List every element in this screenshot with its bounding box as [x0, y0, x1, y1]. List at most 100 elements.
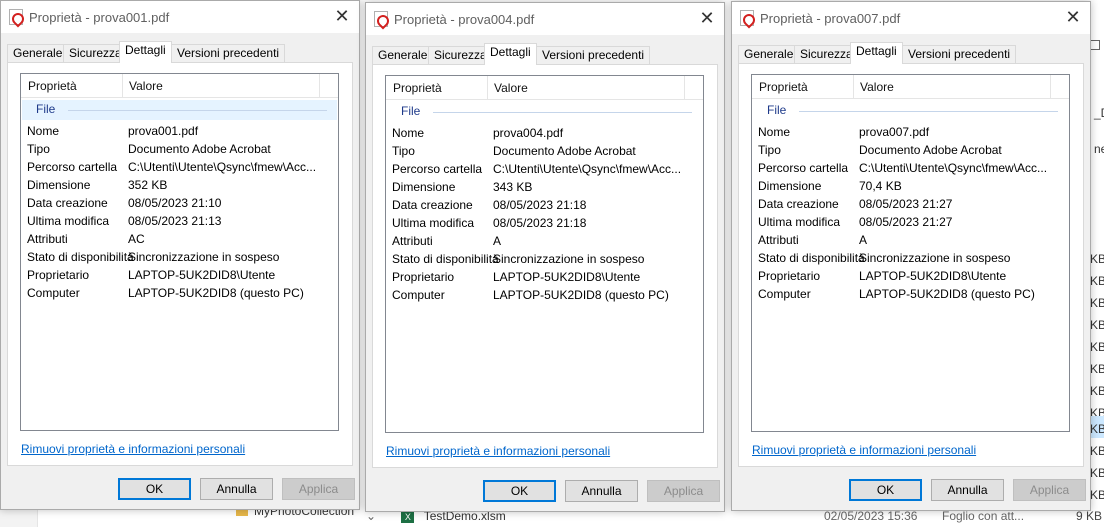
tab-details[interactable]: Dettagli	[850, 42, 903, 64]
ok-button[interactable]: OK	[849, 479, 922, 501]
column-value[interactable]: Valore	[129, 79, 163, 93]
column-property[interactable]: Proprietà	[393, 81, 442, 95]
tab-details[interactable]: Dettagli	[119, 41, 172, 63]
property-row[interactable]: Stato di disponibilità Sincronizzazione i…	[752, 249, 1069, 267]
apply-button[interactable]: Applica	[647, 480, 720, 502]
property-name: Stato di disponibilità	[27, 250, 134, 264]
group-header-file[interactable]: File	[753, 101, 1068, 121]
list-header: Proprietà Valore	[21, 74, 338, 98]
ok-button[interactable]: OK	[118, 478, 191, 500]
property-row[interactable]: Data creazione 08/05/2023 21:10	[21, 194, 338, 212]
property-value: 08/05/2023 21:18	[493, 216, 587, 230]
column-divider[interactable]	[1050, 75, 1051, 99]
tab-general[interactable]: Generale	[372, 46, 434, 64]
tab-details[interactable]: Dettagli	[484, 43, 537, 65]
group-header-file[interactable]: File	[387, 102, 702, 122]
details-panel: Proprietà Valore File Nome prova001.pdf T…	[7, 62, 353, 466]
property-row[interactable]: Percorso cartella C:\Utenti\Utente\Qsync\…	[21, 158, 338, 176]
column-divider[interactable]	[122, 74, 123, 98]
list-header: Proprietà Valore	[752, 75, 1069, 99]
property-row[interactable]: Percorso cartella C:\Utenti\Utente\Qsync\…	[386, 160, 703, 178]
property-row[interactable]: Tipo Documento Adobe Acrobat	[752, 141, 1069, 159]
property-name: Computer	[392, 288, 445, 302]
property-row[interactable]: Tipo Documento Adobe Acrobat	[386, 142, 703, 160]
property-row[interactable]: Attributi A	[386, 232, 703, 250]
remove-properties-link[interactable]: Rimuovi proprietà e informazioni persona…	[386, 444, 610, 458]
cancel-button[interactable]: Annulla	[200, 478, 273, 500]
property-row[interactable]: Stato di disponibilità Sincronizzazione i…	[386, 250, 703, 268]
tab-previous-versions[interactable]: Versioni precedenti	[536, 46, 651, 64]
property-row[interactable]: Dimensione 352 KB	[21, 176, 338, 194]
tab-previous-versions[interactable]: Versioni precedenti	[171, 44, 286, 62]
apply-button[interactable]: Applica	[282, 478, 355, 500]
group-label: File	[767, 103, 787, 117]
property-row[interactable]: Dimensione 343 KB	[386, 178, 703, 196]
property-row[interactable]: Nome prova007.pdf	[752, 123, 1069, 141]
property-row[interactable]: Attributi AC	[21, 230, 338, 248]
property-row[interactable]: Proprietario LAPTOP-5UK2DID8\Utente	[386, 268, 703, 286]
tab-previous-versions[interactable]: Versioni precedenti	[902, 45, 1017, 63]
property-value: LAPTOP-5UK2DID8\Utente	[493, 270, 641, 284]
properties-list[interactable]: Proprietà Valore File Nome prova004.pdf T…	[385, 75, 704, 433]
property-row[interactable]: Ultima modifica 08/05/2023 21:27	[752, 213, 1069, 231]
tab-security[interactable]: Sicurezza	[794, 45, 859, 63]
close-icon[interactable]: ✕	[1062, 6, 1084, 28]
column-divider[interactable]	[319, 74, 320, 98]
property-row[interactable]: Dimensione 70,4 KB	[752, 177, 1069, 195]
ok-button[interactable]: OK	[483, 480, 556, 502]
property-name: Nome	[758, 125, 791, 139]
window-title: Proprietà - prova007.pdf	[760, 11, 901, 26]
property-row[interactable]: Attributi A	[752, 231, 1069, 249]
column-divider[interactable]	[853, 75, 854, 99]
remove-properties-link[interactable]: Rimuovi proprietà e informazioni persona…	[752, 443, 976, 457]
size-cell: KB	[1090, 296, 1104, 310]
property-name: Proprietario	[27, 268, 90, 282]
property-row[interactable]: Nome prova004.pdf	[386, 124, 703, 142]
properties-list[interactable]: Proprietà Valore File Nome prova001.pdf T…	[20, 73, 339, 431]
cancel-button[interactable]: Annulla	[931, 479, 1004, 501]
property-row[interactable]: Proprietario LAPTOP-5UK2DID8\Utente	[21, 266, 338, 284]
property-row[interactable]: Computer LAPTOP-5UK2DID8 (questo PC)	[21, 284, 338, 302]
cancel-button[interactable]: Annulla	[565, 480, 638, 502]
column-property[interactable]: Proprietà	[759, 80, 808, 94]
details-panel: Proprietà Valore File Nome prova004.pdf T…	[372, 64, 718, 468]
property-row[interactable]: Nome prova001.pdf	[21, 122, 338, 140]
property-name: Nome	[392, 126, 425, 140]
group-divider	[799, 111, 1058, 112]
column-header-fragment: _D	[1094, 106, 1104, 120]
property-row[interactable]: Tipo Documento Adobe Acrobat	[21, 140, 338, 158]
title-bar[interactable]: Proprietà - prova007.pdf ✕	[732, 2, 1090, 34]
property-row[interactable]: Ultima modifica 08/05/2023 21:18	[386, 214, 703, 232]
property-name: Tipo	[758, 143, 781, 157]
property-row[interactable]: Computer LAPTOP-5UK2DID8 (questo PC)	[386, 286, 703, 304]
pdf-file-icon	[9, 9, 23, 25]
close-icon[interactable]: ✕	[696, 7, 718, 29]
title-bar[interactable]: Proprietà - prova001.pdf ✕	[1, 1, 359, 33]
property-row[interactable]: Proprietario LAPTOP-5UK2DID8\Utente	[752, 267, 1069, 285]
column-property[interactable]: Proprietà	[28, 79, 77, 93]
remove-properties-link[interactable]: Rimuovi proprietà e informazioni persona…	[21, 442, 245, 456]
column-divider[interactable]	[487, 76, 488, 100]
column-value[interactable]: Valore	[860, 80, 894, 94]
column-divider[interactable]	[684, 76, 685, 100]
group-header-file[interactable]: File	[22, 100, 337, 120]
close-icon[interactable]: ✕	[331, 5, 353, 27]
tab-general[interactable]: Generale	[7, 44, 69, 62]
column-value[interactable]: Valore	[494, 81, 528, 95]
apply-button[interactable]: Applica	[1013, 479, 1086, 501]
tab-security[interactable]: Sicurezza	[428, 46, 493, 64]
property-row[interactable]: Computer LAPTOP-5UK2DID8 (questo PC)	[752, 285, 1069, 303]
select-all-checkbox[interactable]	[1090, 40, 1100, 50]
size-cell: KB	[1090, 340, 1104, 354]
property-row[interactable]: Stato di disponibilità Sincronizzazione i…	[21, 248, 338, 266]
properties-list[interactable]: Proprietà Valore File Nome prova007.pdf T…	[751, 74, 1070, 432]
title-bar[interactable]: Proprietà - prova004.pdf ✕	[366, 3, 724, 35]
property-row[interactable]: Ultima modifica 08/05/2023 21:13	[21, 212, 338, 230]
property-value: 08/05/2023 21:18	[493, 198, 587, 212]
tab-security[interactable]: Sicurezza	[63, 44, 128, 62]
property-row[interactable]: Data creazione 08/05/2023 21:18	[386, 196, 703, 214]
property-row[interactable]: Percorso cartella C:\Utenti\Utente\Qsync\…	[752, 159, 1069, 177]
property-name: Proprietario	[392, 270, 455, 284]
tab-general[interactable]: Generale	[738, 45, 800, 63]
property-row[interactable]: Data creazione 08/05/2023 21:27	[752, 195, 1069, 213]
